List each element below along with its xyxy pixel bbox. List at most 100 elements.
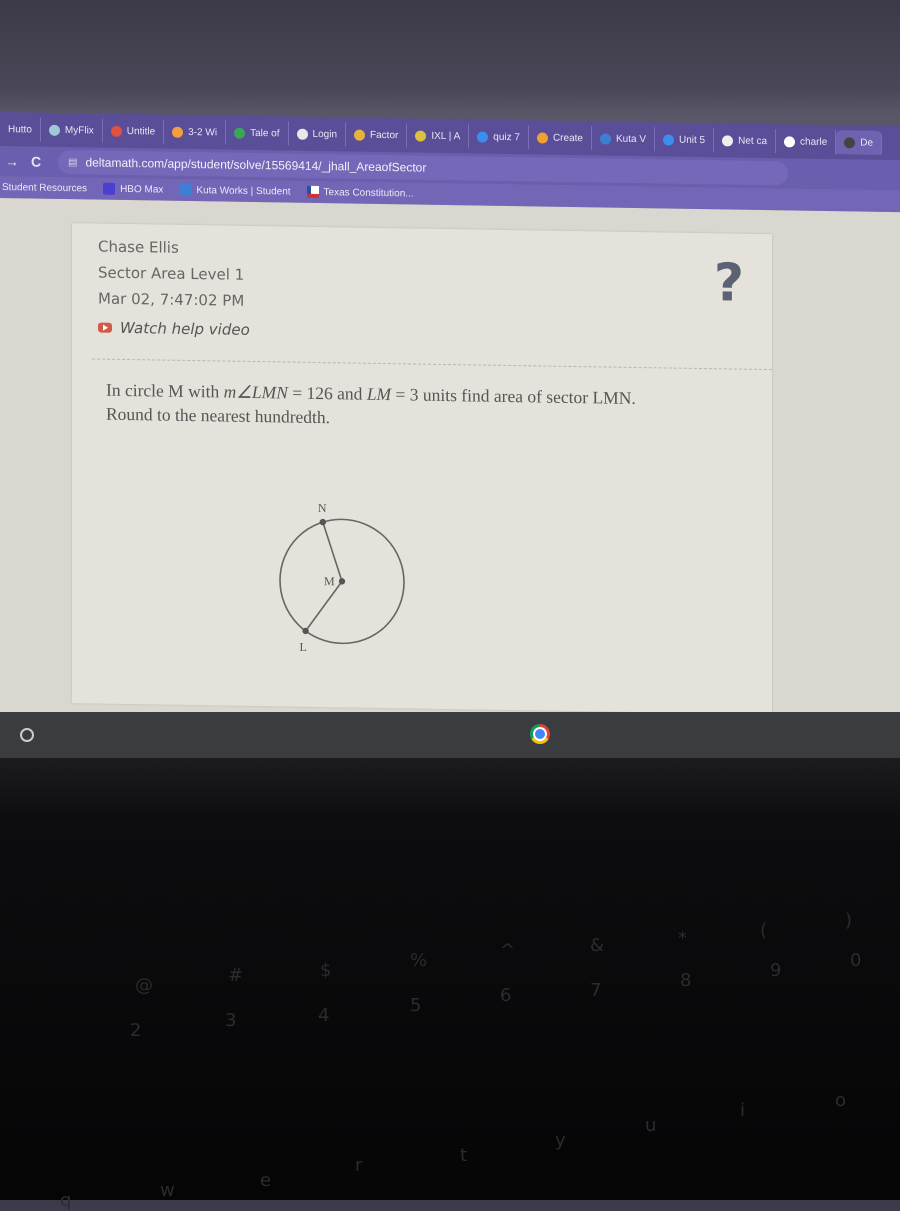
map-pin-icon [110, 125, 122, 137]
drive-icon [234, 127, 246, 139]
keyboard-key: 8 [680, 970, 692, 991]
video-play-icon [98, 322, 112, 333]
keyboard-key: 0 [850, 950, 862, 971]
keyboard-key: @ [135, 975, 153, 996]
os-shelf [0, 712, 900, 758]
url-text[interactable]: deltamath.com/app/student/solve/15569414… [85, 155, 426, 174]
browser-tab[interactable]: IXL | A [407, 123, 470, 149]
keyboard-key: q [60, 1190, 72, 1211]
label-m: M [324, 574, 335, 588]
tab-label: Net ca [738, 135, 768, 147]
wikipedia-icon [722, 134, 734, 147]
keyboard-key: w [160, 1180, 175, 1201]
forward-button[interactable]: → [0, 153, 24, 169]
browser-tab[interactable]: 3-2 Wi [164, 119, 227, 145]
tab-label: Tale of [250, 127, 280, 139]
keyboard-key: $ [320, 960, 332, 981]
browser-tab[interactable]: Hutto [0, 117, 41, 142]
bookmark-label: Texas Constitution... [323, 186, 414, 199]
browser-tab[interactable]: charle [776, 129, 837, 155]
tab-label: Untitle [126, 125, 156, 137]
watch-help-video-link[interactable]: Watch help video [98, 319, 250, 339]
keyboard-key: 5 [410, 995, 422, 1016]
assignment-name: Sector Area Level 1 [98, 263, 245, 284]
keyboard-key: 3 [225, 1010, 237, 1031]
bookmark-student-resources[interactable]: Student Resources [2, 182, 87, 194]
browser-tab[interactable]: Kuta V [591, 126, 655, 152]
ixl-icon [415, 130, 427, 142]
factor-icon [354, 129, 365, 141]
kuta-icon [179, 183, 192, 197]
browser-tab[interactable]: Unit 5 [655, 127, 715, 153]
tab-label: quiz 7 [493, 131, 520, 143]
page-content: Chase Ellis Sector Area Level 1 Mar 02, … [0, 198, 900, 727]
browser-tab[interactable]: Untitle [102, 118, 165, 144]
bookmark-texas-constitution[interactable]: Texas Constitution... [306, 185, 414, 200]
student-info: Chase Ellis Sector Area Level 1 Mar 02, … [98, 234, 244, 314]
browser-tab[interactable]: Login [288, 121, 346, 147]
globe-icon [296, 128, 308, 140]
keyboard-key: 6 [500, 985, 512, 1006]
browser-tab[interactable]: Create [528, 125, 592, 151]
hw-icon [172, 126, 184, 138]
search-icon [663, 133, 674, 146]
point-n [319, 518, 327, 526]
myflix-icon [48, 124, 60, 136]
rounding-instruction: Round to the nearest hundredth. [106, 403, 331, 428]
tab-label: Unit 5 [679, 134, 706, 146]
circle-diagram: M N L [279, 501, 405, 654]
tab-label: Create [552, 132, 583, 144]
browser-tab[interactable]: De [836, 130, 883, 155]
launcher-button[interactable] [20, 728, 34, 742]
search-icon [477, 130, 489, 143]
google-icon [784, 135, 796, 147]
keyboard-key: * [678, 928, 687, 949]
keyboard-key: 9 [770, 960, 782, 981]
question-part: = 3 units find area of sector LMN. [391, 384, 636, 408]
help-question-icon[interactable]: ? [714, 253, 744, 313]
tab-label: Login [312, 128, 337, 140]
reload-button[interactable]: C [24, 153, 48, 169]
browser-tab[interactable]: Factor [346, 122, 408, 148]
tab-label: charle [800, 136, 828, 148]
keyboard-key: u [645, 1115, 657, 1136]
chrome-app-icon[interactable] [530, 724, 550, 744]
keyboard-key: # [228, 965, 244, 986]
hbo-icon [103, 182, 116, 195]
tab-label: Kuta V [615, 133, 646, 145]
browser-tab[interactable]: Net ca [714, 128, 777, 154]
keyboard-key: ( [760, 920, 768, 941]
bookmark-kuta-works[interactable]: Kuta Works | Student [179, 183, 291, 198]
browser-tab[interactable]: MyFlix [40, 117, 103, 143]
deltamath-icon [844, 136, 856, 148]
keyboard-key: % [410, 950, 428, 971]
keyboard-key: ) [845, 910, 853, 931]
tab-label: Hutto [8, 123, 32, 136]
page-info-icon[interactable]: ▤ [68, 157, 77, 168]
browser-tab[interactable]: quiz 7 [469, 124, 529, 150]
bookmark-label: Kuta Works | Student [196, 184, 291, 198]
bookmark-hbo-max[interactable]: HBO Max [103, 182, 163, 196]
tab-label: Factor [370, 129, 399, 141]
student-name: Chase Ellis [98, 237, 179, 257]
keyboard-key: y [555, 1130, 566, 1151]
problem-timestamp: Mar 02, 7:47:02 PM [98, 289, 245, 310]
radius-mn [322, 521, 343, 582]
section-divider [92, 358, 772, 371]
keyboard-key: & [590, 935, 605, 956]
keyboard-key: 4 [318, 1005, 330, 1026]
keyboard-key: i [740, 1100, 746, 1121]
keyboard-key: t [460, 1145, 468, 1166]
browser-tab[interactable]: Tale of [226, 120, 289, 146]
create-icon [536, 131, 548, 144]
kuta-icon [599, 132, 611, 145]
keyboard-key: r [355, 1155, 363, 1176]
question-text: In circle M with m∠LMN = 126 and LM = 3 … [106, 378, 746, 436]
tab-label: MyFlix [64, 124, 94, 136]
tab-label: De [860, 137, 874, 149]
problem-card: Chase Ellis Sector Area Level 1 Mar 02, … [72, 223, 772, 715]
keyboard-key: 2 [130, 1020, 142, 1041]
bookmark-label: Student Resources [2, 181, 88, 194]
watch-help-label[interactable]: Watch help video [120, 319, 250, 339]
tab-label: 3-2 Wi [188, 126, 218, 138]
